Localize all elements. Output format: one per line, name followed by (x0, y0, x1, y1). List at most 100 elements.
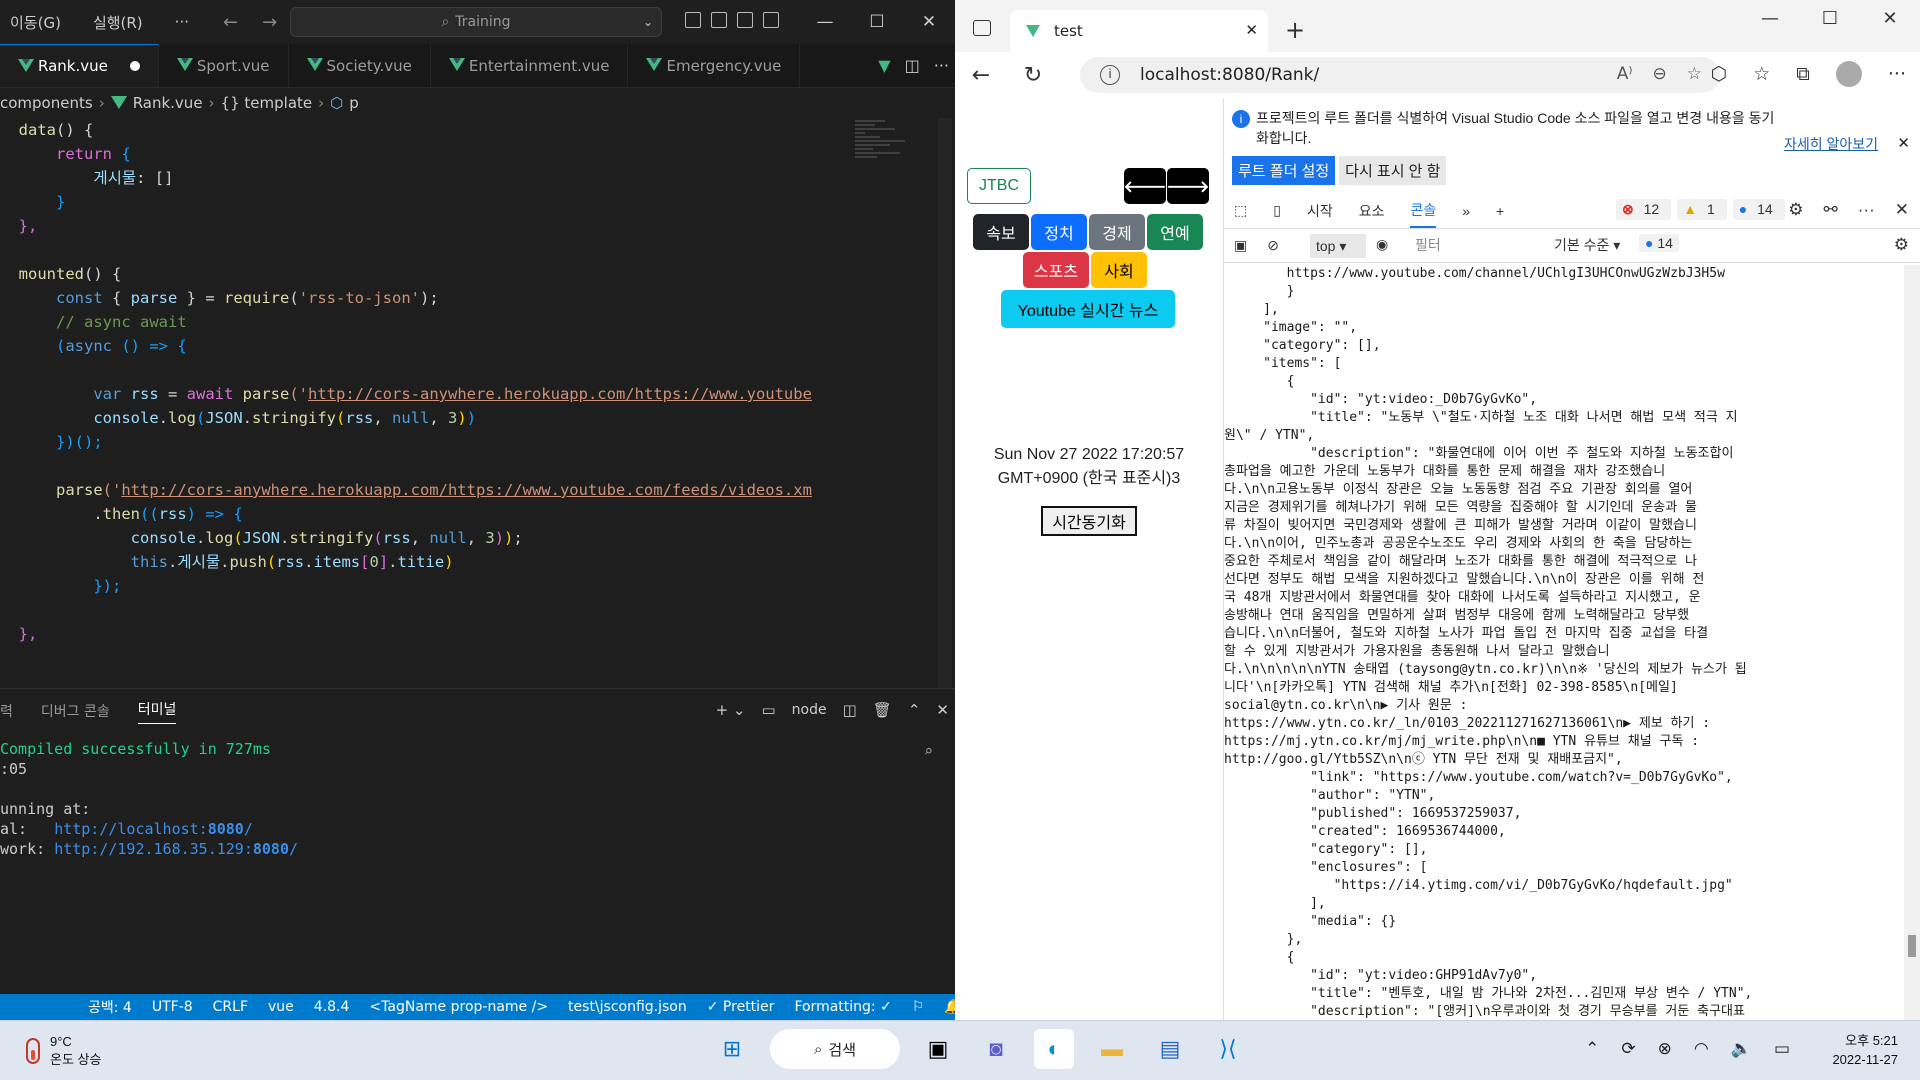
tab-rank-vue[interactable]: Rank.vue (0, 44, 159, 87)
taskbar-clock[interactable]: 오후 5:21 2022-11-27 (1832, 1031, 1898, 1069)
status-language[interactable]: vue (268, 999, 294, 1015)
tab-society-vue[interactable]: Society.vue (289, 44, 431, 87)
tab-emergency-vue[interactable]: Emergency.vue (628, 44, 801, 87)
site-info-icon[interactable]: i (1100, 65, 1120, 85)
chevron-up-icon[interactable]: ⌃ (1585, 1039, 1599, 1059)
back-arrow-icon[interactable]: ← (223, 12, 238, 33)
console-filter-input[interactable]: 필터 (1409, 233, 1529, 257)
read-aloud-icon[interactable]: A⁾ (1617, 64, 1633, 84)
tab-entertainment-vue[interactable]: Entertainment.vue (431, 44, 629, 87)
minimize-icon[interactable]: — (799, 0, 851, 44)
tab-sport-vue[interactable]: Sport.vue (159, 44, 289, 87)
windows-start-icon[interactable]: ⊞ (712, 1029, 752, 1069)
local-port[interactable]: 8080 (208, 820, 244, 838)
split-terminal-icon[interactable]: ◫ (843, 701, 857, 719)
back-arrow-icon[interactable]: ← (955, 63, 1007, 88)
settings-menu-icon[interactable]: ··· (1888, 63, 1906, 85)
battery-icon[interactable]: ▭ (1774, 1039, 1790, 1059)
status-tagname[interactable]: <TagName prop-name /> (369, 999, 548, 1015)
url-text[interactable]: localhost:8080/Rank/ (1140, 65, 1319, 85)
tab-actions-icon[interactable] (973, 20, 991, 36)
terminal-node-label[interactable]: node (792, 702, 827, 718)
browser-tab[interactable]: test ✕ (1010, 10, 1268, 52)
tab-output[interactable]: 력 (0, 701, 13, 721)
feedback-icon[interactable]: ⚐ (912, 999, 925, 1015)
maximize-panel-icon[interactable]: ⌃ (908, 701, 921, 719)
customize-layout-icon[interactable] (763, 12, 779, 28)
menu-more[interactable]: ··· (175, 13, 189, 31)
maximize-icon[interactable]: ☐ (851, 0, 903, 44)
vue-preview-icon[interactable]: ▼ (878, 56, 890, 75)
microsoft-store-icon[interactable]: ▤ (1150, 1029, 1190, 1069)
close-panel-icon[interactable]: ✕ (936, 701, 949, 719)
minimize-icon[interactable]: — (1740, 8, 1800, 29)
avatar[interactable] (1835, 61, 1862, 87)
console-settings-icon[interactable]: ⚙ (1894, 235, 1909, 255)
breadcrumb-components[interactable]: components (0, 94, 93, 112)
log-level-select[interactable]: 기본 수준 ▾ (1554, 233, 1620, 257)
zoom-icon[interactable]: ⊖ (1653, 64, 1667, 84)
connect-icon[interactable]: ⚯ (1824, 200, 1838, 220)
live-expression-eye-icon[interactable]: ◉ (1376, 236, 1388, 253)
notifications-icon[interactable]: 🔔 (944, 999, 955, 1015)
breadcrumb-template[interactable]: {} template (221, 94, 313, 112)
menu-go[interactable]: 이동(G) (10, 12, 61, 33)
trash-icon[interactable]: 🗑 (873, 701, 892, 719)
refresh-icon[interactable]: ↻ (1007, 63, 1059, 88)
network-port[interactable]: 8080 (253, 840, 289, 858)
category-society-button[interactable]: 사회 (1091, 252, 1147, 288)
console-output[interactable]: https://www.youtube.com/channel/UChlgI3U… (1224, 265, 1904, 1020)
toggle-panel-icon[interactable] (711, 12, 727, 28)
category-sports-button[interactable]: 스포츠 (1023, 252, 1089, 288)
close-info-icon[interactable]: ✕ (1897, 134, 1910, 152)
category-breaking-button[interactable]: 속보 (973, 214, 1029, 250)
status-encoding[interactable]: UTF-8 (152, 999, 193, 1015)
close-tab-icon[interactable]: ✕ (1245, 21, 1258, 39)
teams-chat-icon[interactable]: ◙ (976, 1029, 1016, 1069)
set-root-folder-button[interactable]: 루트 폴더 설정 (1232, 156, 1336, 185)
forward-arrow-icon[interactable]: → (262, 12, 277, 33)
device-emulation-icon[interactable]: ▯ (1273, 202, 1281, 219)
maximize-icon[interactable]: ☐ (1800, 8, 1860, 29)
settings-gear-icon[interactable]: ⚙ (1788, 200, 1803, 220)
wifi-icon[interactable]: ◠ (1694, 1039, 1709, 1059)
close-icon[interactable]: ✕ (903, 0, 955, 44)
inspect-icon[interactable]: ⬚ (1234, 202, 1247, 219)
dont-show-again-button[interactable]: 다시 표시 안 함 (1339, 156, 1447, 185)
local-url-link[interactable]: http://localhost: (54, 820, 208, 838)
code-url-link[interactable]: http://cors-anywhere.herokuapp.com/https… (121, 481, 812, 499)
split-editor-icon[interactable]: ◫ (905, 56, 920, 75)
terminal-output[interactable]: Compiled successfully in 727ms :05 unnin… (0, 733, 955, 859)
issue-counts[interactable]: ⊗ 12 ▲ 1 ● 14 (1616, 199, 1785, 220)
favorite-add-icon[interactable]: ☆ (1687, 64, 1702, 84)
toggle-secondary-sidebar-icon[interactable] (737, 12, 753, 28)
close-icon[interactable]: ✕ (1860, 8, 1920, 29)
category-politics-button[interactable]: 정치 (1031, 214, 1087, 250)
code-url-link[interactable]: http://cors-anywhere.herokuapp.com/https… (308, 385, 812, 403)
favorites-icon[interactable]: ☆ (1753, 63, 1770, 85)
new-terminal-icon[interactable]: + ⌄ (716, 701, 746, 719)
status-eol[interactable]: CRLF (213, 999, 248, 1015)
status-formatting[interactable]: Formatting: ✓ (794, 999, 891, 1015)
minimap[interactable] (855, 118, 915, 258)
next-button[interactable]: 🡒 (1167, 168, 1209, 204)
tab-terminal[interactable]: 터미널 (137, 699, 177, 724)
file-explorer-icon[interactable]: ▬ (1092, 1029, 1132, 1069)
time-sync-button[interactable]: 시간동기화 (1041, 506, 1137, 536)
command-center-search[interactable]: ⌕ Training ⌄ (290, 7, 662, 37)
error-count[interactable]: ⊗ 12 (1616, 199, 1672, 220)
chevron-down-icon[interactable]: ⌄ (643, 15, 653, 29)
youtube-live-news-button[interactable]: Youtube 실시간 뉴스 (1001, 290, 1175, 328)
editor-scrollbar[interactable] (938, 118, 952, 688)
context-select[interactable]: top ▾ (1310, 234, 1366, 258)
close-circle-icon[interactable]: ⊗ (1658, 1039, 1672, 1059)
prev-button[interactable]: 🡐 (1124, 168, 1166, 204)
tab-debug-console[interactable]: 디버그 콘솔 (41, 701, 110, 721)
filter-message-badge[interactable]: ● 14 (1639, 234, 1679, 252)
network-url-link[interactable]: http://192.168.35.129: (54, 840, 253, 858)
tab-elements[interactable]: 요소 (1359, 201, 1385, 221)
clear-console-icon[interactable]: ⊘ (1267, 237, 1279, 254)
sidebar-toggle-icon[interactable]: ▣ (1234, 237, 1247, 254)
scrollbar-thumb[interactable] (1908, 935, 1916, 957)
breadcrumb-p[interactable]: p (349, 94, 359, 112)
